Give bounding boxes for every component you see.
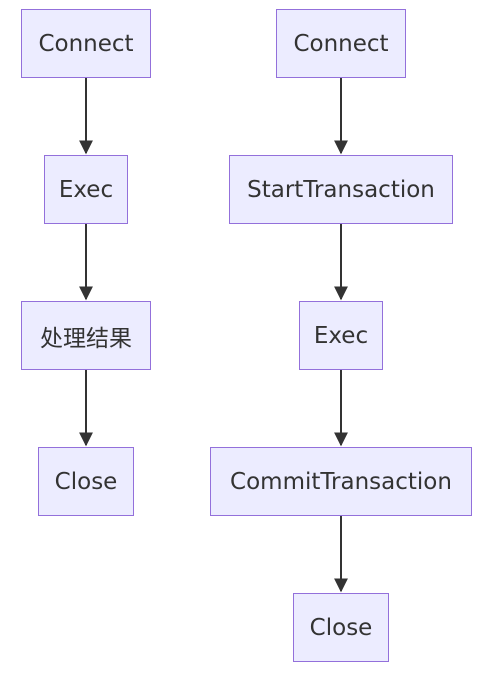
left-node-exec: Exec [44, 155, 128, 224]
left-node-process-result: 处理结果 [21, 301, 151, 370]
right-node-commit-transaction: CommitTransaction [210, 447, 472, 516]
right-node-close: Close [293, 593, 389, 662]
right-node-connect: Connect [276, 9, 406, 78]
left-node-connect: Connect [21, 9, 151, 78]
left-node-close: Close [38, 447, 134, 516]
right-node-start-transaction: StartTransaction [229, 155, 453, 224]
right-node-exec: Exec [299, 301, 383, 370]
